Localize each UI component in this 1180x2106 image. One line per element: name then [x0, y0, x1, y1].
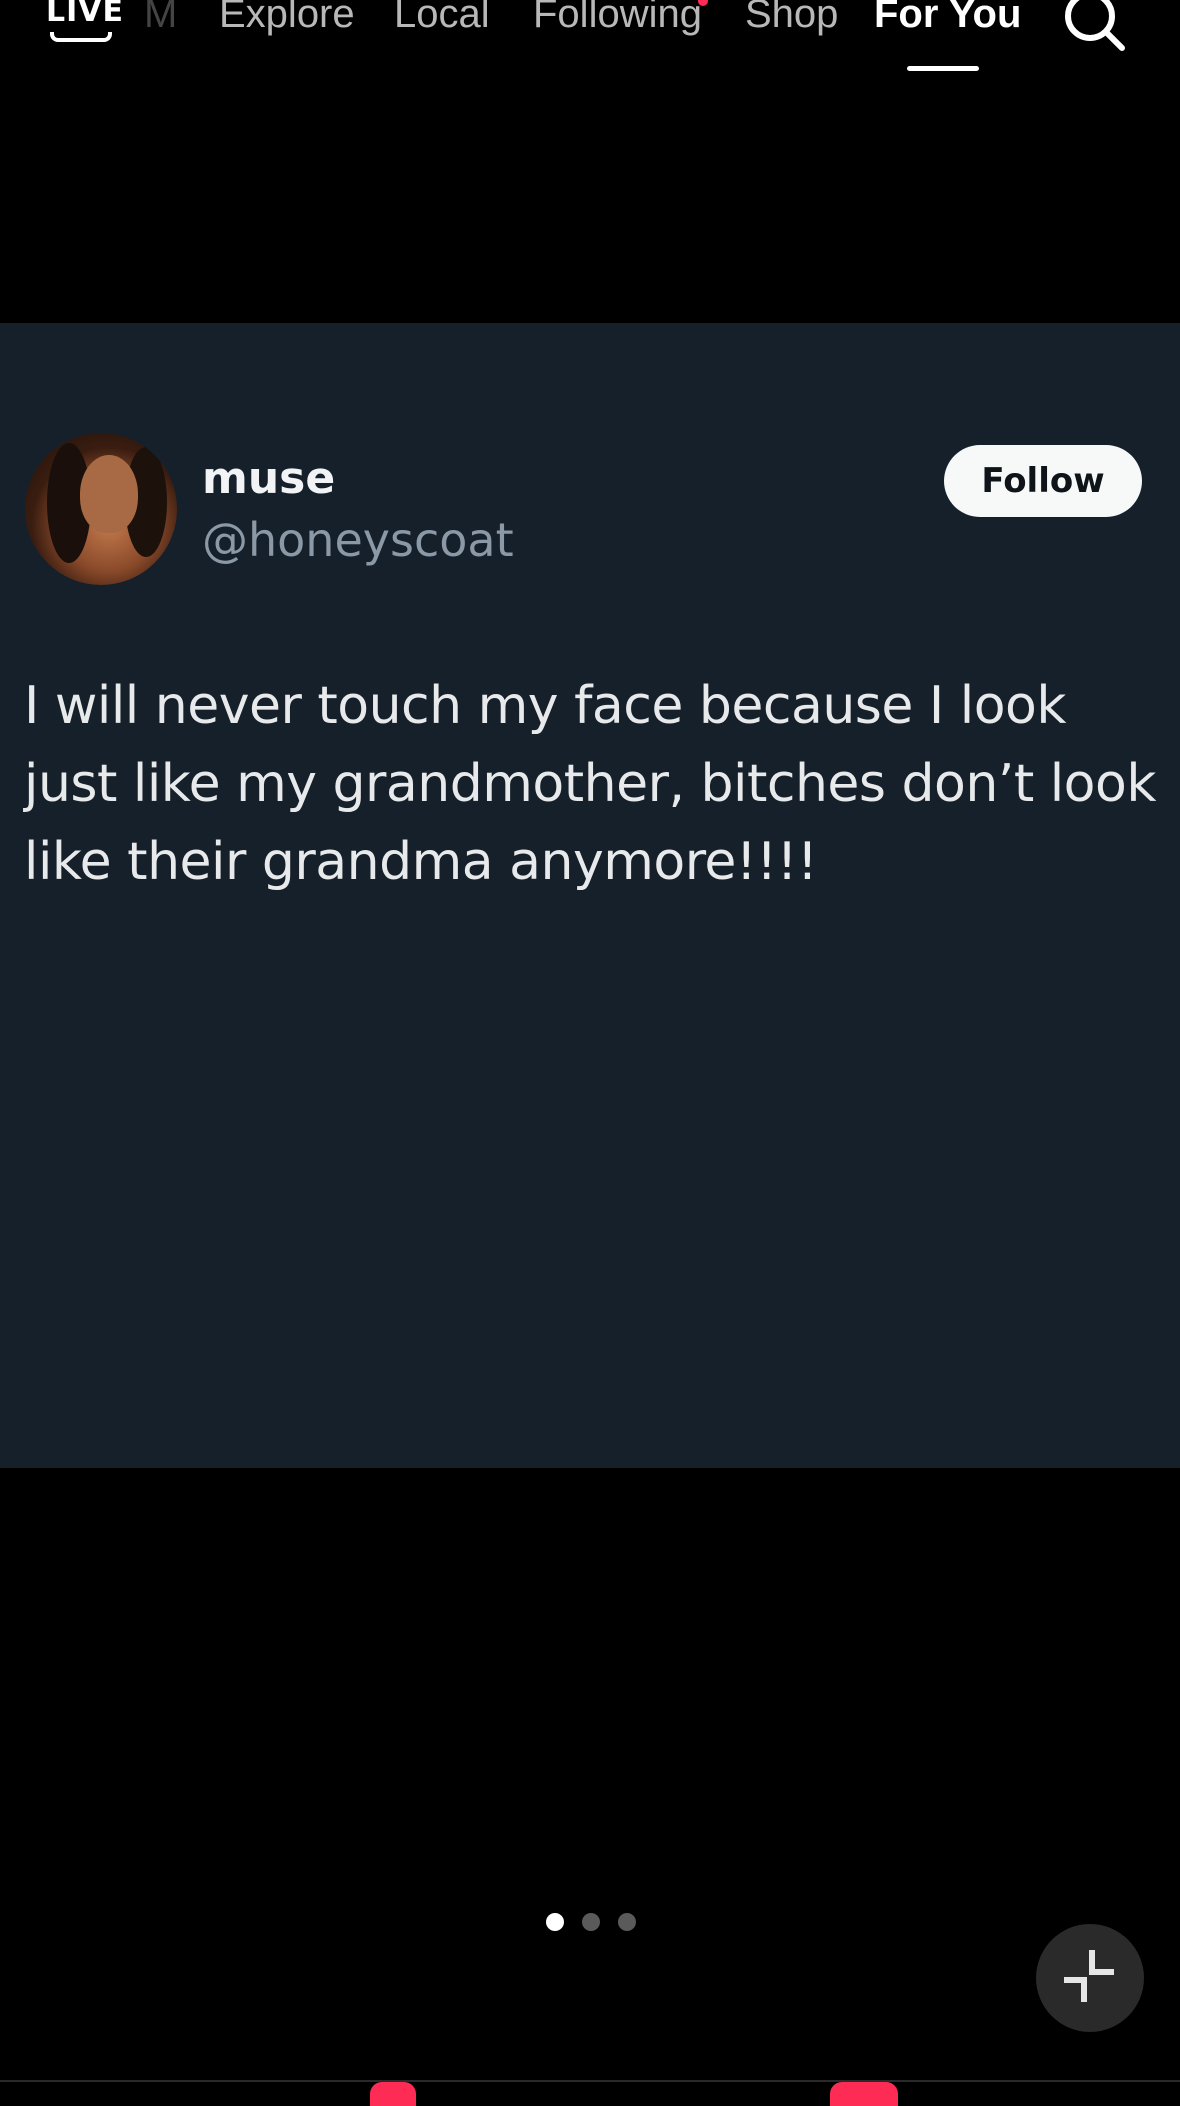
inbox-badge — [830, 2082, 898, 2106]
tab-local[interactable]: Local — [394, 0, 490, 37]
pagination-dot[interactable] — [546, 1913, 564, 1931]
active-tab-indicator — [907, 66, 979, 71]
following-notification-dot — [698, 0, 708, 6]
tab-shop[interactable]: Shop — [745, 0, 838, 37]
pagination-dot[interactable] — [618, 1913, 636, 1931]
tab-for-you[interactable]: For You — [874, 0, 1021, 37]
live-button[interactable]: LIVE — [46, 0, 124, 48]
tab-following[interactable]: Following — [533, 0, 702, 37]
user-handle: @honeyscoat — [202, 513, 514, 567]
avatar[interactable] — [25, 433, 177, 585]
top-navigation: LIVE M Explore Local Following Shop For … — [0, 0, 1180, 80]
carousel-pagination — [546, 1913, 636, 1931]
tweet-text: I will never touch my face because I loo… — [24, 676, 1156, 892]
tweet-card[interactable]: muse @honeyscoat Follow I will never tou… — [0, 323, 1180, 1468]
search-icon[interactable] — [1060, 0, 1130, 56]
display-name: muse — [202, 453, 336, 504]
follow-button[interactable]: Follow — [944, 445, 1142, 517]
collapse-icon — [1064, 1950, 1114, 2002]
collapse-button[interactable] — [1036, 1924, 1144, 2032]
pagination-dot[interactable] — [582, 1913, 600, 1931]
notification-badge — [370, 2082, 416, 2106]
tab-explore[interactable]: Explore — [219, 0, 355, 37]
live-tv-icon — [50, 32, 112, 42]
bottom-nav-divider — [0, 2080, 1180, 2082]
live-label: LIVE — [46, 0, 124, 29]
tab-faded[interactable]: M — [144, 0, 177, 37]
